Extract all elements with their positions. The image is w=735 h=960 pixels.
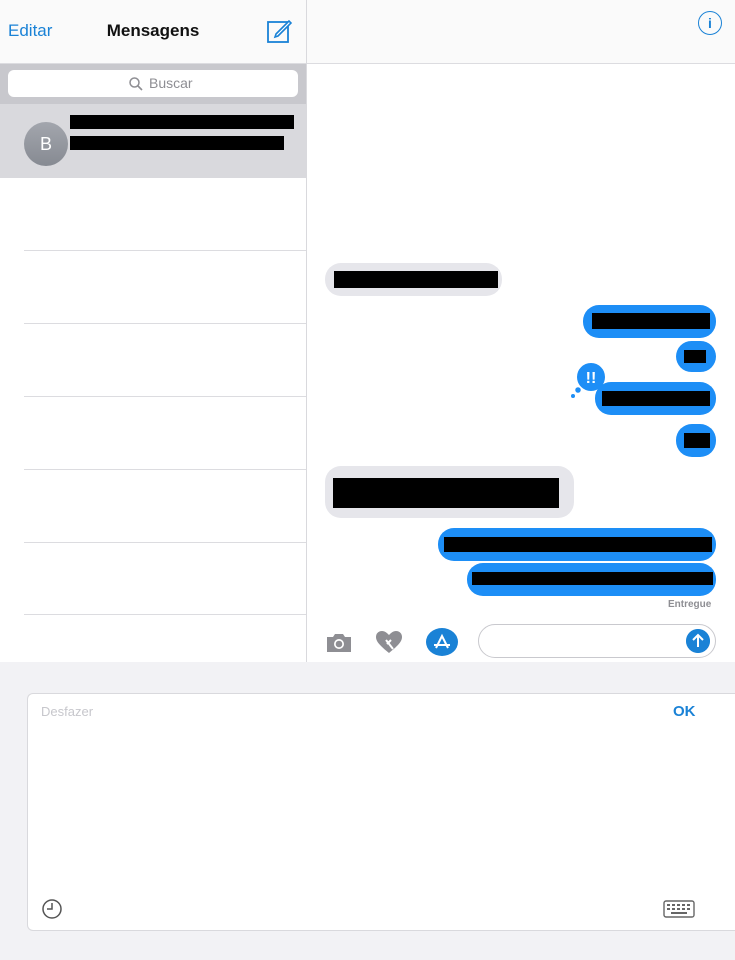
- message-text: [684, 433, 710, 448]
- outgoing-message[interactable]: [676, 341, 716, 372]
- message-text: [334, 271, 498, 288]
- list-separator: [24, 323, 306, 324]
- digital-touch-icon[interactable]: [374, 628, 404, 656]
- handwriting-panel[interactable]: [27, 693, 735, 931]
- svg-text:!!: !!: [586, 370, 597, 387]
- page-title: Mensagens: [106, 21, 200, 40]
- message-text: [472, 572, 713, 585]
- list-separator: [24, 250, 306, 251]
- conversation-item[interactable]: B: [0, 104, 306, 178]
- message-preview: [70, 136, 284, 150]
- message-text: [444, 537, 712, 552]
- conversation-list-header: Editar Mensagens: [0, 0, 306, 64]
- list-separator: [24, 469, 306, 470]
- list-separator: [24, 396, 306, 397]
- message-text: [602, 391, 710, 406]
- incoming-message[interactable]: [325, 263, 502, 296]
- keyboard-icon[interactable]: [663, 899, 695, 919]
- contact-name: [70, 115, 294, 129]
- info-button[interactable]: i: [698, 11, 722, 35]
- delivery-status: Entregue: [668, 599, 712, 610]
- send-arrow-icon[interactable]: [686, 629, 710, 653]
- compose-icon[interactable]: [265, 17, 293, 45]
- outgoing-message[interactable]: [467, 563, 716, 596]
- search-icon: [129, 77, 143, 91]
- incoming-message[interactable]: [325, 466, 574, 518]
- outgoing-message[interactable]: [438, 528, 716, 561]
- clock-icon[interactable]: [41, 898, 63, 920]
- thread-header: [307, 0, 735, 64]
- outgoing-message[interactable]: [676, 424, 716, 457]
- message-input[interactable]: [478, 624, 716, 658]
- message-text: [592, 313, 710, 329]
- outgoing-message[interactable]: [595, 382, 716, 415]
- search-placeholder: Buscar: [149, 75, 193, 91]
- message-text: [684, 350, 706, 363]
- list-separator: [24, 614, 306, 615]
- undo-button[interactable]: Desfazer: [41, 704, 93, 719]
- ok-button[interactable]: OK: [673, 703, 696, 720]
- app-store-icon[interactable]: [426, 628, 458, 656]
- message-text: [333, 478, 559, 508]
- avatar: B: [24, 122, 68, 166]
- search-input[interactable]: Buscar: [8, 70, 298, 97]
- outgoing-message[interactable]: [583, 305, 716, 338]
- list-separator: [24, 542, 306, 543]
- camera-icon[interactable]: [324, 628, 354, 656]
